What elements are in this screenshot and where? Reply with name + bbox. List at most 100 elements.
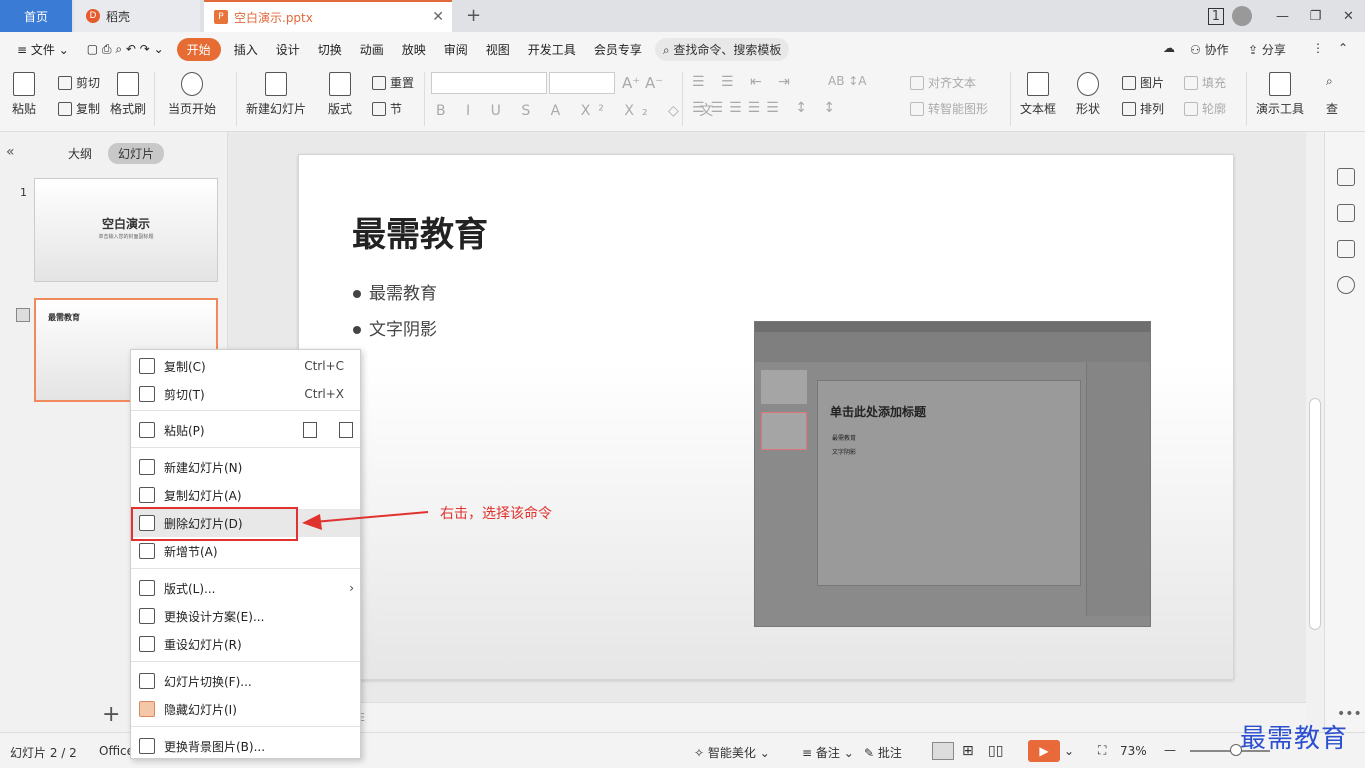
quick-access-icons[interactable]: ▢ ⎙ ⌕ ↶ ↷ ⌄ xyxy=(78,42,173,57)
window-count-badge[interactable]: 1 xyxy=(1207,7,1224,25)
picture-button[interactable]: 图片 xyxy=(1122,74,1164,91)
format-painter-button[interactable]: 格式刷 xyxy=(110,72,146,117)
menu-start[interactable]: 开始 xyxy=(176,37,221,61)
add-slide-button[interactable]: + xyxy=(102,702,120,727)
outline-button[interactable]: 轮廓 xyxy=(1184,100,1226,117)
copy-button[interactable]: 复制 xyxy=(58,100,100,117)
collapse-ribbon-icon[interactable]: ⌃ xyxy=(1338,41,1348,55)
theme-name[interactable]: Office xyxy=(99,744,134,758)
vertical-scrollbar[interactable] xyxy=(1306,132,1324,732)
zoom-level[interactable]: 73% xyxy=(1120,744,1147,758)
font-size-select[interactable] xyxy=(549,72,615,94)
avatar[interactable] xyxy=(1232,6,1252,26)
slide-title[interactable]: 最需教育 xyxy=(352,207,488,256)
settings-sliders-icon[interactable] xyxy=(1337,168,1355,186)
menu-item-copy[interactable]: 复制(C) Ctrl+C xyxy=(131,352,360,380)
more-menu-icon[interactable]: ⋮ xyxy=(1312,41,1324,55)
font-style-icons[interactable]: B I U S A X² X₂ ◇ 文 xyxy=(436,100,721,120)
paste-keep-format-icon[interactable] xyxy=(303,422,317,438)
star-icon[interactable] xyxy=(1337,204,1355,222)
tab-daoke[interactable]: D 稻壳 xyxy=(74,0,200,32)
command-search[interactable]: ⌕ 查找命令、搜索模板 xyxy=(654,37,790,61)
cloud-sync-icon[interactable]: ☁ xyxy=(1163,41,1175,55)
menu-item-layout[interactable]: 版式(L)... › xyxy=(131,574,360,602)
normal-view-icon[interactable] xyxy=(932,742,954,760)
menu-transition[interactable]: 切换 xyxy=(309,41,351,58)
menu-item-duplicate-slide[interactable]: 复制幻灯片(A) xyxy=(131,481,360,509)
paste-button[interactable]: 粘贴 xyxy=(12,72,36,117)
restore-icon[interactable]: ❐ xyxy=(1299,9,1332,24)
menu-member[interactable]: 会员专享 xyxy=(585,41,651,58)
menu-item-new-section[interactable]: 新增节(A) xyxy=(131,537,360,565)
slide-bullet[interactable]: 最需教育 xyxy=(353,279,437,304)
comment-button[interactable]: ✎ 批注 xyxy=(864,744,902,761)
tab-outline[interactable]: 大纲 xyxy=(68,145,92,162)
menu-item-change-background[interactable]: 更换背景图片(B)... xyxy=(131,732,360,760)
menu-item-new-slide[interactable]: 新建幻灯片(N) xyxy=(131,453,360,481)
menu-item-cut[interactable]: 剪切(T) Ctrl+X xyxy=(131,380,360,408)
menu-file[interactable]: ≡ 文件 ⌄ xyxy=(8,41,78,58)
section-button[interactable]: 节 xyxy=(372,100,402,117)
paste-text-only-icon[interactable] xyxy=(339,422,353,438)
menu-review[interactable]: 审阅 xyxy=(435,41,477,58)
font-grow-shrink-icons[interactable]: A⁺ A⁻ xyxy=(622,74,663,92)
menu-item-hide-slide[interactable]: 隐藏幻灯片(I) xyxy=(131,695,360,723)
slide-canvas[interactable]: 最需教育 最需教育 文字阴影 单击此处添加标题 最需教育 文字阴影 xyxy=(298,154,1234,680)
replace-button[interactable]: 查 xyxy=(1326,100,1338,117)
tab-home[interactable]: 首页 xyxy=(0,0,72,32)
find-button[interactable]: ⌕ xyxy=(1326,74,1333,89)
copy-window-icon[interactable] xyxy=(1337,240,1355,258)
play-from-current-button[interactable]: 当页开始 xyxy=(168,72,216,117)
slide-thumbnail-1[interactable]: 空白演示 单击输入您的封面副标题 xyxy=(34,178,218,282)
menu-item-change-design[interactable]: 更换设计方案(E)... xyxy=(131,602,360,630)
align-text-button[interactable]: 对齐文本 xyxy=(910,74,976,91)
embedded-screenshot[interactable]: 单击此处添加标题 最需教育 文字阴影 xyxy=(754,321,1151,627)
list-indent-icons[interactable]: ☰ ☰ ⇤ ⇥ xyxy=(692,74,796,90)
collapse-panel-icon[interactable]: « xyxy=(6,144,15,160)
paragraph-align-icons[interactable]: ☰☰☰☰☰ ↕ ↕ xyxy=(692,100,841,116)
arrange-button[interactable]: 排列 xyxy=(1122,100,1164,117)
reset-button[interactable]: 重置 xyxy=(372,74,414,91)
close-window-icon[interactable]: ✕ xyxy=(1332,9,1365,24)
notes-pane[interactable]: E xyxy=(228,702,1306,732)
menu-view[interactable]: 视图 xyxy=(477,41,519,58)
beautify-button[interactable]: ✧ 智能美化 ⌄ xyxy=(694,744,770,761)
cooperate-button[interactable]: ⚇ 协作 xyxy=(1190,41,1229,58)
zoom-out-icon[interactable]: — xyxy=(1164,743,1176,757)
play-slideshow-button[interactable]: ▶ xyxy=(1028,740,1060,762)
slide-bullet[interactable]: 文字阴影 xyxy=(353,315,437,340)
new-tab-button[interactable]: + xyxy=(466,5,481,26)
menu-item-paste[interactable]: 粘贴(P) xyxy=(131,416,360,444)
menu-item-label: 幻灯片切换(F)... xyxy=(164,674,252,689)
layout-button[interactable]: 版式 xyxy=(328,72,352,117)
menu-animation[interactable]: 动画 xyxy=(351,41,393,58)
share-button[interactable]: ⇪ 分享 xyxy=(1248,41,1286,58)
help-icon[interactable] xyxy=(1337,276,1355,294)
thumb-title: 最需教育 xyxy=(48,313,80,322)
minimize-icon[interactable]: — xyxy=(1266,9,1299,24)
shape-button[interactable]: 形状 xyxy=(1076,72,1100,117)
menu-insert[interactable]: 插入 xyxy=(225,41,267,58)
close-tab-icon[interactable]: ✕ xyxy=(432,9,444,25)
text-direction-icons[interactable]: AB ↕A xyxy=(828,74,867,88)
menu-item-reset-slide[interactable]: 重设幻灯片(R) xyxy=(131,630,360,658)
play-dropdown-icon[interactable]: ⌄ xyxy=(1064,744,1074,758)
tab-document[interactable]: P 空白演示.pptx ✕ xyxy=(204,0,452,32)
menu-developer[interactable]: 开发工具 xyxy=(519,41,585,58)
tab-slides[interactable]: 幻灯片 xyxy=(108,143,165,164)
menu-item-transition[interactable]: 幻灯片切换(F)... xyxy=(131,667,360,695)
notes-button[interactable]: ≡ 备注 ⌄ xyxy=(802,744,854,761)
presentation-tools-button[interactable]: 演示工具 xyxy=(1256,72,1304,117)
menu-design[interactable]: 设计 xyxy=(267,41,309,58)
cut-button[interactable]: 剪切 xyxy=(58,74,100,91)
menu-slideshow[interactable]: 放映 xyxy=(393,41,435,58)
scrollbar-thumb[interactable] xyxy=(1309,398,1321,630)
new-slide-button[interactable]: 新建幻灯片 xyxy=(246,72,306,117)
textbox-button[interactable]: 文本框 xyxy=(1020,72,1056,117)
reading-view-icon[interactable]: ▯▯ xyxy=(988,743,1003,759)
fill-button[interactable]: 填充 xyxy=(1184,74,1226,91)
smartart-button[interactable]: 转智能图形 xyxy=(910,100,988,117)
sorter-view-icon[interactable]: ⊞ xyxy=(962,743,974,759)
font-name-select[interactable] xyxy=(431,72,547,94)
fit-window-icon[interactable]: ⛶ xyxy=(1098,743,1106,758)
